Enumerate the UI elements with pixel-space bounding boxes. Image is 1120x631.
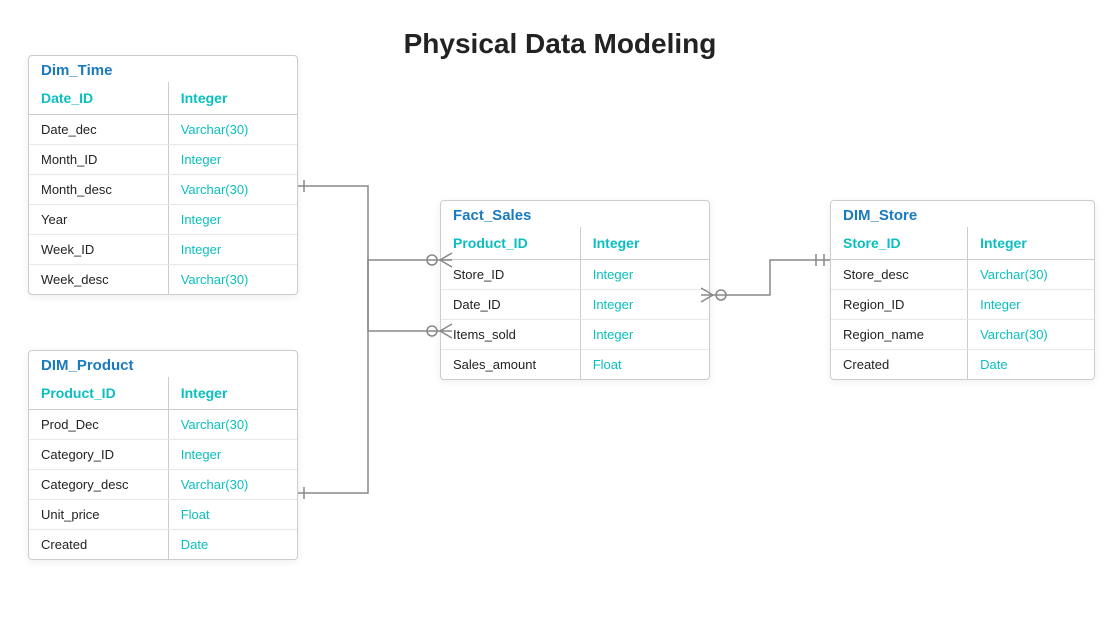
dim-time-header-col2: Integer — [169, 82, 297, 114]
dim-time-title: Dim_Time — [41, 62, 112, 79]
dim-product-header-col1: Product_ID — [29, 377, 169, 409]
table-row: Category_ID Integer — [29, 440, 297, 470]
dim-time-header-col1: Date_ID — [29, 82, 169, 114]
dim-product-title: DIM_Product — [41, 357, 134, 374]
dim-store-header-col1: Store_ID — [831, 227, 968, 259]
table-row: Year Integer — [29, 205, 297, 235]
dim-product-header-col2: Integer — [169, 377, 297, 409]
table-row: Date_ID Integer — [441, 290, 709, 320]
table-row: Prod_Dec Varchar(30) — [29, 410, 297, 440]
table-row: Month_desc Varchar(30) — [29, 175, 297, 205]
table-row: Region_name Varchar(30) — [831, 320, 1094, 350]
fact-sales-header-col1: Product_ID — [441, 227, 581, 259]
dim-product-table: DIM_Product Product_ID Integer Prod_Dec … — [28, 350, 298, 560]
table-row: Week_desc Varchar(30) — [29, 265, 297, 294]
dim-store-header-col2: Integer — [968, 227, 1094, 259]
table-row: Sales_amount Float — [441, 350, 709, 379]
table-row: Created Date — [831, 350, 1094, 379]
connector-dimtime-factsales — [298, 186, 440, 331]
table-row: Week_ID Integer — [29, 235, 297, 265]
fact-sales-header-col2: Integer — [581, 227, 709, 259]
table-row: Month_ID Integer — [29, 145, 297, 175]
dim-store-table: DIM_Store Store_ID Integer Store_desc Va… — [830, 200, 1095, 380]
fact-sales-title: Fact_Sales — [453, 207, 531, 224]
connector-dimproduct-factsales — [298, 260, 440, 493]
table-row: Unit_price Float — [29, 500, 297, 530]
table-row: Category_desc Varchar(30) — [29, 470, 297, 500]
table-row: Store_desc Varchar(30) — [831, 260, 1094, 290]
connector-factsales-dimstore — [713, 260, 830, 295]
table-row: Store_ID Integer — [441, 260, 709, 290]
dim-time-table: Dim_Time Date_ID Integer Date_dec Varcha… — [28, 55, 298, 295]
table-row: Date_dec Varchar(30) — [29, 115, 297, 145]
table-row: Region_ID Integer — [831, 290, 1094, 320]
dim-store-title: DIM_Store — [843, 207, 917, 224]
table-row: Created Date — [29, 530, 297, 559]
fact-sales-table: Fact_Sales Product_ID Integer Store_ID I… — [440, 200, 710, 380]
table-row: Items_sold Integer — [441, 320, 709, 350]
